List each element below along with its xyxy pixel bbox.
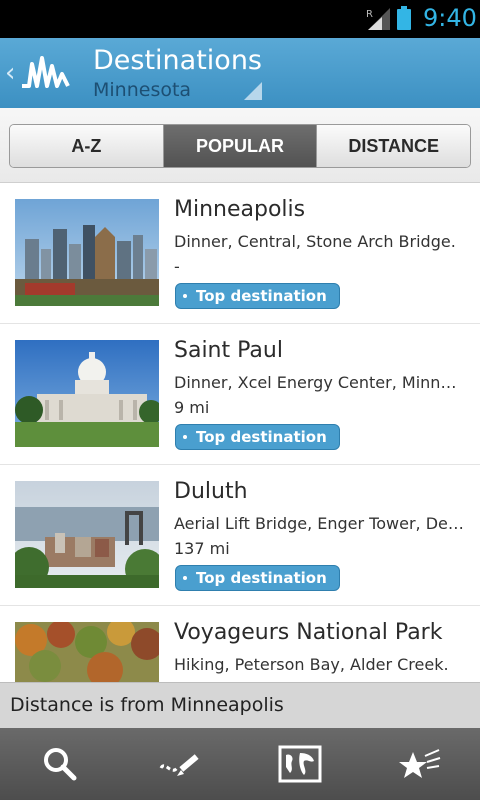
- tab-popular[interactable]: POPULAR: [162, 125, 317, 167]
- destination-photo: [15, 340, 159, 447]
- action-bar: ‹ Destinations Minnesota: [0, 38, 480, 108]
- status-bar: R 9:40: [0, 0, 480, 38]
- distance-note-bar: Distance is from Minneapolis: [0, 682, 480, 729]
- top-destination-badge: Top destination: [175, 283, 340, 309]
- destination-distance: 137 mi: [174, 539, 230, 558]
- page-title: Destinations: [93, 45, 263, 76]
- destination-name: Voyageurs National Park: [174, 620, 443, 645]
- destination-name: Saint Paul: [174, 338, 283, 363]
- clock: 9:40: [423, 4, 477, 32]
- list-item[interactable]: Duluth Aerial Lift Bridge, Enger Tower, …: [0, 465, 480, 606]
- nav-trip-planner-button[interactable]: [120, 728, 240, 800]
- title-block[interactable]: Destinations Minnesota: [93, 44, 262, 102]
- destination-distance: 9 mi: [174, 398, 210, 417]
- distance-note: Distance is from Minneapolis: [10, 694, 284, 716]
- destination-name: Duluth: [174, 479, 248, 504]
- search-icon: [44, 748, 77, 781]
- badge-dot-icon: [183, 576, 187, 580]
- nav-search-button[interactable]: [0, 728, 120, 800]
- region-spinner[interactable]: Minnesota: [93, 78, 262, 102]
- tab-distance[interactable]: DISTANCE: [316, 125, 470, 167]
- app-logo-icon[interactable]: [20, 52, 72, 94]
- back-chevron-icon[interactable]: ‹: [5, 60, 15, 86]
- spinner-arrow-icon[interactable]: [244, 82, 262, 100]
- destination-photo: [15, 481, 159, 588]
- signal-icon: R: [366, 8, 390, 30]
- top-destination-badge: Top destination: [175, 565, 340, 591]
- nav-world-map-button[interactable]: [240, 728, 360, 800]
- favorites-stars-icon: [399, 749, 441, 778]
- destination-name: Minneapolis: [174, 197, 306, 222]
- tabs-area: A-Z POPULAR DISTANCE: [0, 108, 480, 183]
- nav-favorites-button[interactable]: [360, 728, 480, 800]
- destination-description: Dinner, Xcel Energy Center, Minnesota St…: [174, 373, 464, 392]
- trip-planner-icon: [159, 754, 199, 776]
- top-destination-badge: Top destination: [175, 424, 340, 450]
- destination-photo: [15, 622, 159, 682]
- sort-tabs: A-Z POPULAR DISTANCE: [9, 124, 471, 168]
- destination-description: Hiking, Peterson Bay, Alder Creek.: [174, 655, 449, 674]
- list-item[interactable]: Voyageurs National Park Hiking, Peterson…: [0, 606, 480, 682]
- destination-description: Aerial Lift Bridge, Enger Tower, Depot: [174, 514, 464, 533]
- destination-list: Minneapolis Dinner, Central, Stone Arch …: [0, 183, 480, 682]
- badge-dot-icon: [183, 294, 187, 298]
- battery-icon: [397, 6, 411, 30]
- badge-dot-icon: [183, 435, 187, 439]
- svg-text:R: R: [366, 9, 373, 20]
- list-item[interactable]: Saint Paul Dinner, Xcel Energy Center, M…: [0, 324, 480, 465]
- destination-photo: [15, 199, 159, 306]
- list-item[interactable]: Minneapolis Dinner, Central, Stone Arch …: [0, 183, 480, 324]
- tab-a-z[interactable]: A-Z: [10, 125, 163, 167]
- world-map-icon: [278, 745, 322, 783]
- destination-distance: -: [174, 257, 180, 276]
- bottom-nav: [0, 728, 480, 800]
- destination-description: Dinner, Central, Stone Arch Bridge.: [174, 232, 456, 251]
